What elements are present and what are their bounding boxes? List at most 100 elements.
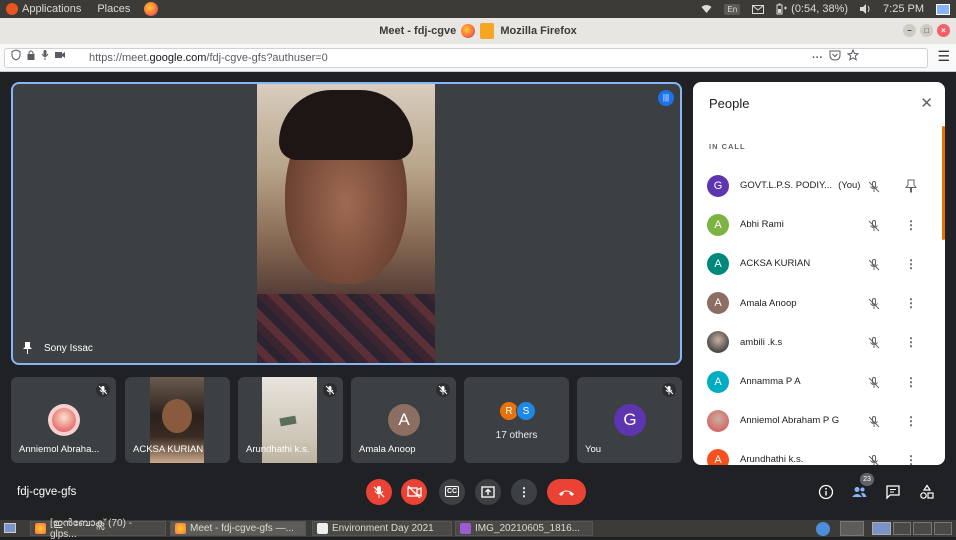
participant-tile[interactable]: A Amala Anoop <box>351 377 456 463</box>
participant-row[interactable]: Anniemol Abraham P G ⋮ <box>693 401 945 440</box>
system-top-panel: Applications Places En (0:54, 38%) 7:25 … <box>0 0 956 18</box>
avatar-initial: G <box>623 410 637 429</box>
meet-app: ||| Sony Issac Anniemol Abraha... ACKSA … <box>0 72 956 520</box>
firefox-workspace-icon[interactable] <box>840 521 864 536</box>
chat-icon[interactable] <box>885 484 901 500</box>
participant-tile[interactable]: ACKSA KURIAN <box>125 377 230 463</box>
muted-mic-icon[interactable] <box>867 297 880 310</box>
more-options-button[interactable]: ⋮ <box>511 479 537 505</box>
camera-toggle-button[interactable] <box>401 479 427 505</box>
mail-icon[interactable] <box>752 4 765 14</box>
participant-name-text: Amala Anoop <box>740 297 797 309</box>
maximize-button[interactable]: □ <box>920 24 933 37</box>
microphone-permission-icon[interactable] <box>41 49 49 61</box>
muted-mic-icon[interactable] <box>867 258 880 271</box>
url-domain: google.com <box>149 52 207 64</box>
participant-avatar: A <box>707 448 729 465</box>
mic-toggle-button[interactable] <box>366 479 392 505</box>
participant-name-text: Abhi Rami <box>740 219 784 231</box>
others-avatars: R S <box>499 401 536 421</box>
muted-mic-icon[interactable] <box>867 415 880 428</box>
battery-icon[interactable]: (0:54, 38%) <box>776 3 848 15</box>
minimize-button[interactable]: – <box>903 24 916 37</box>
captions-button[interactable]: CC <box>439 479 465 505</box>
participant-more-icon[interactable]: ⋮ <box>905 218 917 232</box>
main-video-tile[interactable]: ||| Sony Issac <box>11 82 682 365</box>
participant-row[interactable]: A Annamma P A ⋮ <box>693 362 945 401</box>
main-participant-video <box>257 84 435 363</box>
close-panel-icon[interactable]: ✕ <box>920 94 933 112</box>
shield-icon[interactable] <box>11 49 21 61</box>
participant-row[interactable]: A Abhi Rami ⋮ <box>693 205 945 244</box>
taskbar-item[interactable]: Environment Day 2021 <box>312 521 452 536</box>
participant-avatar: G <box>707 174 729 197</box>
workspace-switcher[interactable] <box>872 522 952 535</box>
taskbar-item[interactable]: [ഇൻബോക്സ് (70) - glps... <box>30 518 166 540</box>
places-menu[interactable]: Places <box>97 3 130 15</box>
pin-icon[interactable] <box>23 342 32 354</box>
participant-name: Arundhathi k.s. <box>740 454 803 465</box>
volume-icon[interactable] <box>860 4 871 14</box>
participant-more-icon[interactable]: ⋮ <box>905 257 917 271</box>
activities-icon[interactable] <box>919 484 935 500</box>
leave-call-button[interactable] <box>547 479 586 505</box>
participant-more-icon[interactable]: ⋮ <box>905 375 917 389</box>
muted-mic-icon[interactable] <box>867 454 879 465</box>
muted-mic-icon[interactable] <box>867 376 880 388</box>
people-icon[interactable] <box>851 484 867 500</box>
window-app-name: Mozilla Firefox <box>500 25 577 37</box>
meeting-details-icon[interactable] <box>818 484 834 500</box>
globe-icon[interactable] <box>816 522 830 536</box>
participant-more-icon[interactable]: ⋮ <box>905 296 917 310</box>
keyboard-layout-indicator[interactable]: En <box>724 3 741 15</box>
participant-row[interactable]: A ACKSA KURIAN ⋮ <box>693 244 945 283</box>
muted-mic-icon[interactable] <box>867 336 880 349</box>
participant-more-icon[interactable]: ⋮ <box>905 414 917 428</box>
user-menu-icon[interactable] <box>936 3 950 15</box>
lock-icon[interactable] <box>26 49 36 61</box>
others-tile[interactable]: R S 17 others <box>464 377 569 463</box>
window-titlebar: Meet - fdj-cgve Mozilla Firefox – □ × <box>0 18 956 44</box>
participant-tile[interactable]: Arundhathi k.s. <box>238 377 343 463</box>
taskbar-item-active[interactable]: Meet - fdj-cgve-gfs —... <box>170 521 306 536</box>
video-hair-shape <box>279 90 413 160</box>
people-panel: People ✕ IN CALL G GOVT.L.P.S. PODIY... (Y… <box>693 82 945 465</box>
present-screen-button[interactable] <box>475 479 501 505</box>
speaking-indicator-icon: ||| <box>658 90 674 106</box>
firefox-launcher-icon[interactable] <box>144 2 159 16</box>
participant-row[interactable]: A Amala Anoop ⋮ <box>693 284 945 323</box>
camera-permission-icon[interactable] <box>54 49 66 61</box>
self-tile[interactable]: G You <box>577 377 682 463</box>
clock[interactable]: 7:25 PM <box>883 3 924 15</box>
participant-name: ACKSA KURIAN <box>740 258 810 269</box>
participant-more-icon[interactable]: ⋮ <box>905 335 917 349</box>
taskbar-item[interactable]: IMG_20210605_1816... <box>455 521 593 536</box>
muted-mic-icon <box>662 383 676 397</box>
participant-row[interactable]: A Arundhathi k.s. ⋮ <box>693 440 945 465</box>
muted-mic-icon[interactable] <box>867 180 880 192</box>
applications-menu[interactable]: Applications <box>22 3 81 15</box>
participant-tile[interactable]: Anniemol Abraha... <box>11 377 116 463</box>
address-bar[interactable]: https://meet.google.com/fdj-cgve-gfs?aut… <box>4 48 928 68</box>
participant-more-icon[interactable]: ⋮ <box>905 453 917 465</box>
hamburger-menu-icon[interactable]: ☰ <box>937 48 950 65</box>
participant-row[interactable]: ambili .k.s ⋮ <box>693 323 945 362</box>
participant-row[interactable]: G GOVT.L.P.S. PODIY... (You) <box>693 166 945 205</box>
close-window-button[interactable]: × <box>937 24 950 37</box>
avatar <box>48 404 80 436</box>
pocket-icon[interactable] <box>829 49 841 67</box>
page-actions-icon[interactable]: ··· <box>812 49 823 67</box>
muted-mic-icon[interactable] <box>867 219 880 232</box>
firefox-icon <box>35 523 46 534</box>
show-desktop-icon[interactable] <box>4 523 16 533</box>
taskbar-item-label: Environment Day 2021 <box>332 523 434 534</box>
firefox-icon <box>175 523 186 534</box>
pin-participant-icon[interactable] <box>905 179 917 193</box>
avatar-initial: A <box>398 410 410 429</box>
participant-name-text: Anniemol Abraham P G <box>740 415 840 427</box>
participant-name: GOVT.L.P.S. PODIY... (You) <box>740 180 860 191</box>
participant-avatar <box>707 409 729 432</box>
participant-name-text: Arundhathi k.s. <box>740 454 804 465</box>
bookmark-star-icon[interactable] <box>847 49 859 67</box>
wifi-icon[interactable] <box>701 4 712 14</box>
